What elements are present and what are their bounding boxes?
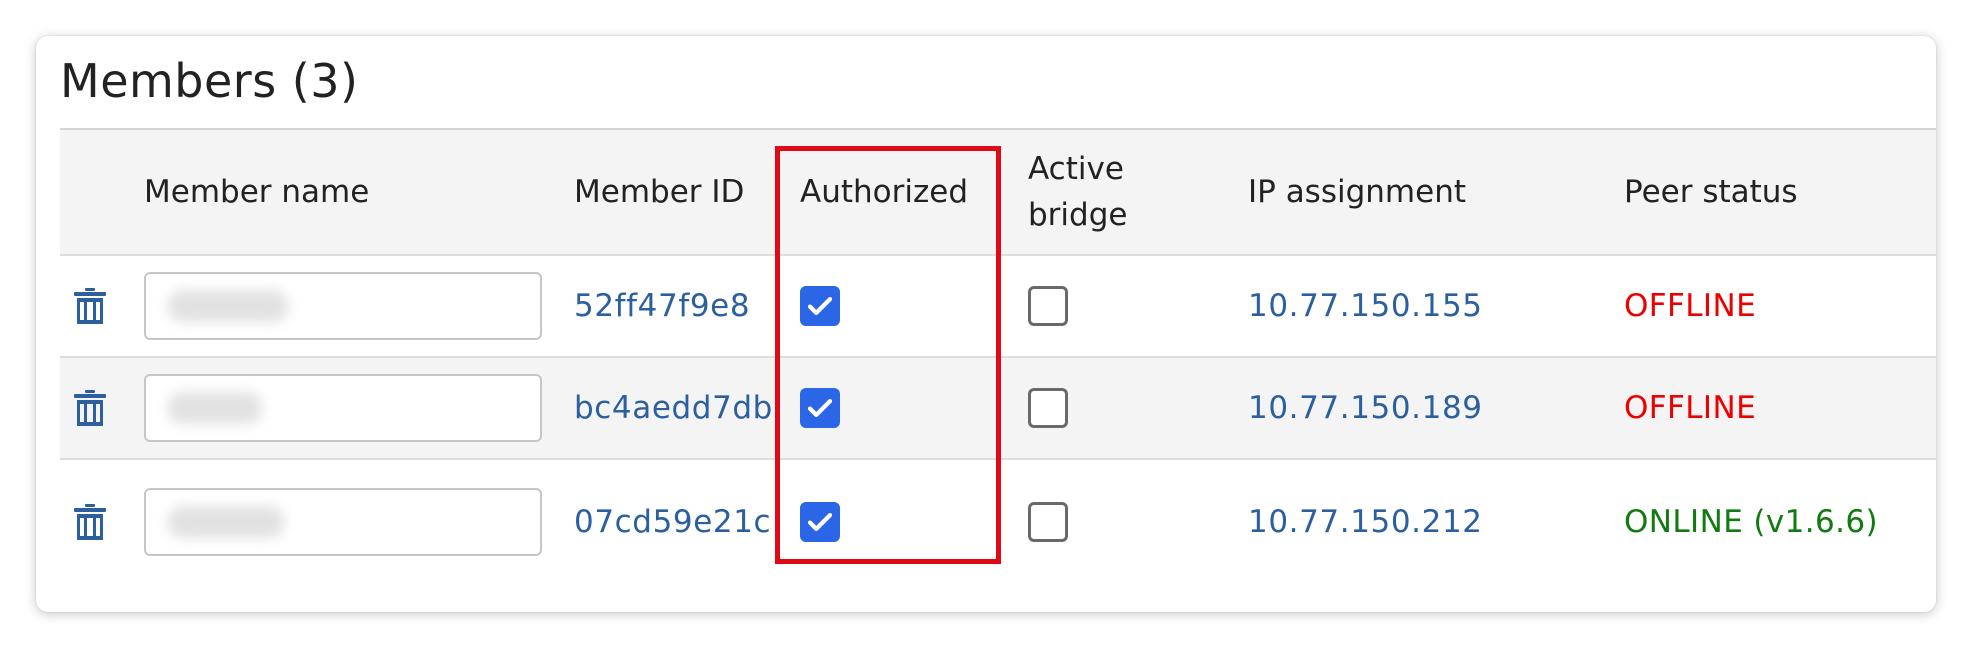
table-row: 52ff47f9e8 10.77.150.155 OFFLINE — [60, 256, 1936, 358]
authorized-checkbox[interactable] — [800, 388, 840, 428]
redacted-name — [168, 392, 262, 424]
active-bridge-checkbox[interactable] — [1028, 388, 1068, 428]
active-bridge-checkbox[interactable] — [1028, 286, 1068, 326]
check-icon — [807, 513, 833, 531]
redacted-name — [168, 290, 288, 322]
check-icon — [807, 297, 833, 315]
member-id-link[interactable]: bc4aedd7db — [574, 390, 773, 426]
delete-member-button[interactable] — [74, 256, 134, 356]
active-bridge-checkbox[interactable] — [1028, 502, 1068, 542]
column-header-ip-assignment: IP assignment — [1248, 174, 1466, 210]
column-header-member-name: Member name — [144, 174, 370, 210]
panel-title: Members (3) — [60, 54, 359, 108]
column-header-active-bridge: Active bridge — [1028, 130, 1228, 254]
column-header-active-bridge-line2: bridge — [1028, 197, 1128, 233]
ip-assignment-link[interactable]: 10.77.150.212 — [1248, 504, 1483, 540]
table-header: Member name Member ID Authorized Active … — [60, 130, 1936, 256]
member-id-link[interactable]: 07cd59e21c — [574, 504, 771, 540]
member-id-link[interactable]: 52ff47f9e8 — [574, 288, 750, 324]
column-header-active-bridge-line1: Active — [1028, 151, 1124, 187]
delete-member-button[interactable] — [74, 460, 134, 584]
members-table: Member name Member ID Authorized Active … — [60, 128, 1936, 584]
members-panel: Members (3) Member name Member ID Author… — [36, 36, 1936, 612]
authorized-checkbox[interactable] — [800, 286, 840, 326]
trash-icon[interactable] — [74, 504, 106, 540]
ip-assignment-link[interactable]: 10.77.150.155 — [1248, 288, 1483, 324]
column-header-member-id: Member ID — [574, 174, 745, 210]
peer-status: OFFLINE — [1624, 288, 1757, 324]
authorized-checkbox[interactable] — [800, 502, 840, 542]
ip-assignment-link[interactable]: 10.77.150.189 — [1248, 390, 1483, 426]
redacted-name — [168, 506, 284, 538]
check-icon — [807, 399, 833, 417]
peer-status: ONLINE (v1.6.6) — [1624, 504, 1879, 540]
peer-status: OFFLINE — [1624, 390, 1757, 426]
table-row: 07cd59e21c 10.77.150.212 ONLINE (v1.6.6) — [60, 460, 1936, 584]
column-header-peer-status: Peer status — [1624, 174, 1798, 210]
table-row: bc4aedd7db 10.77.150.189 OFFLINE — [60, 358, 1936, 460]
trash-icon[interactable] — [74, 288, 106, 324]
trash-icon[interactable] — [74, 390, 106, 426]
column-header-authorized: Authorized — [800, 174, 969, 210]
delete-member-button[interactable] — [74, 358, 134, 458]
